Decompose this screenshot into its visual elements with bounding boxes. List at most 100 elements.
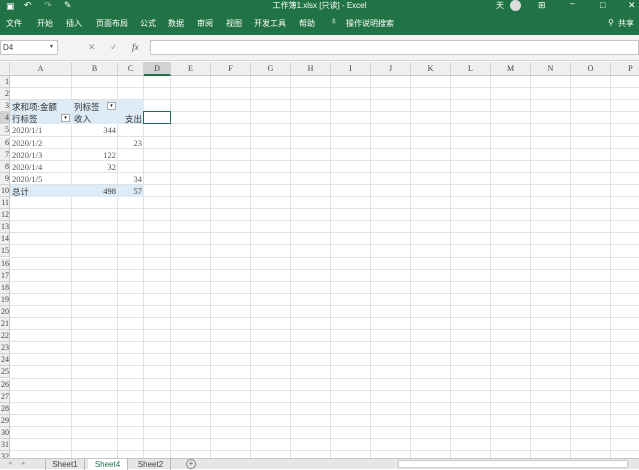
ribbon-tab[interactable]: 公式: [140, 18, 156, 29]
select-all-corner[interactable]: [0, 62, 10, 76]
row-header[interactable]: 4: [0, 112, 10, 125]
column-header[interactable]: H: [291, 62, 331, 76]
row-header[interactable]: 10: [0, 184, 10, 197]
row-header[interactable]: 6: [0, 136, 10, 149]
ribbon-tab[interactable]: 审阅: [197, 18, 213, 29]
column-header[interactable]: J: [371, 62, 411, 76]
column-header[interactable]: O: [571, 62, 611, 76]
column-header[interactable]: G: [251, 62, 291, 76]
minimize-icon[interactable]: –: [570, 0, 575, 8]
ribbon-options-icon[interactable]: ⊞: [538, 0, 546, 11]
row-header[interactable]: 3: [0, 100, 10, 113]
share-button[interactable]: 共享: [618, 18, 634, 29]
column-header[interactable]: M: [491, 62, 531, 76]
column-header[interactable]: E: [171, 62, 211, 76]
title-bar: ▣ ↶ ↷ ✎ 工作簿1.xlsx [只读] - Excel 天 ⊞ – □ ✕: [0, 0, 639, 13]
pivot-total-label: 总计: [12, 186, 30, 197]
row-header[interactable]: 28: [0, 402, 10, 415]
filter-dropdown-icon[interactable]: ▾: [61, 114, 70, 123]
row-header[interactable]: 31: [0, 439, 10, 452]
column-header[interactable]: B: [72, 62, 118, 76]
ribbon-tab[interactable]: 插入: [66, 18, 82, 29]
row-header[interactable]: 15: [0, 245, 10, 258]
row-header[interactable]: 7: [0, 148, 10, 161]
row-header[interactable]: 24: [0, 354, 10, 367]
gridline: [10, 220, 639, 222]
column-header[interactable]: F: [211, 62, 251, 76]
row-header[interactable]: 9: [0, 172, 10, 185]
scroll-right-icon[interactable]: ▸: [22, 459, 26, 467]
ribbon-tab[interactable]: 帮助: [299, 18, 315, 29]
filter-dropdown-icon[interactable]: ▾: [107, 102, 116, 111]
row-header[interactable]: 16: [0, 257, 10, 270]
name-box[interactable]: D4 ▾: [0, 40, 58, 55]
row-header[interactable]: 8: [0, 160, 10, 173]
gridline: [10, 425, 639, 427]
pivot-total-income: 498: [103, 185, 116, 196]
row-header[interactable]: 5: [0, 124, 10, 137]
selected-cell-d4[interactable]: [143, 111, 171, 125]
row-header[interactable]: 22: [0, 330, 10, 343]
ribbon-tab[interactable]: 开发工具: [254, 18, 286, 29]
row-header[interactable]: 27: [0, 390, 10, 403]
row-header[interactable]: 11: [0, 197, 10, 210]
add-sheet-icon[interactable]: +: [186, 459, 196, 469]
scroll-left-icon[interactable]: ◂: [8, 459, 12, 467]
pivot-row-date: 2020/1/3: [12, 149, 43, 160]
worksheet-grid[interactable]: A B C D E F G H I J K L M N O P 1 2 3 4 5 6 7 8 9 10 11 12 13 14 15 16 1…: [0, 62, 639, 458]
share-icon[interactable]: ⚲: [608, 18, 614, 27]
column-header[interactable]: N: [531, 62, 571, 76]
row-header[interactable]: 12: [0, 209, 10, 222]
formula-input[interactable]: [150, 40, 639, 55]
row-header[interactable]: 2: [0, 88, 10, 101]
row-header[interactable]: 29: [0, 414, 10, 427]
row-header[interactable]: 23: [0, 342, 10, 355]
enter-icon[interactable]: ✓: [110, 42, 118, 53]
row-header[interactable]: 1: [0, 76, 10, 89]
horizontal-scrollbar[interactable]: [398, 460, 628, 468]
cancel-icon[interactable]: ✕: [88, 42, 96, 53]
ribbon-tab[interactable]: 开始: [37, 18, 53, 29]
pivot-value-label: 求和项:金额: [12, 102, 57, 113]
ribbon-tab[interactable]: 文件: [6, 18, 22, 29]
row-header[interactable]: 19: [0, 293, 10, 306]
row-header[interactable]: 32: [0, 451, 10, 458]
column-header[interactable]: A: [10, 62, 72, 76]
row-header[interactable]: 30: [0, 426, 10, 439]
pivot-row-date: 2020/1/4: [12, 161, 43, 172]
search-label[interactable]: 操作说明搜索: [346, 18, 394, 29]
gridline: [10, 208, 639, 210]
maximize-icon[interactable]: □: [600, 0, 605, 10]
ribbon-tab[interactable]: 数据: [168, 18, 184, 29]
chevron-down-icon[interactable]: ▾: [50, 41, 53, 54]
row-header[interactable]: 17: [0, 269, 10, 282]
pivot-total-expense: 57: [133, 185, 143, 196]
insert-function-button[interactable]: fx: [132, 42, 139, 52]
row-header[interactable]: 20: [0, 305, 10, 318]
row-header[interactable]: 18: [0, 281, 10, 294]
avatar[interactable]: [510, 0, 521, 11]
gridline: [10, 438, 639, 439]
column-header[interactable]: P: [611, 62, 639, 76]
column-header[interactable]: K: [411, 62, 451, 76]
gridline: [10, 353, 639, 355]
ribbon-tab[interactable]: 页面布局: [96, 18, 128, 29]
row-header[interactable]: 26: [0, 378, 10, 391]
gridline: [10, 232, 639, 234]
ribbon-tab[interactable]: 视图: [226, 18, 242, 29]
gridline: [10, 450, 639, 452]
column-header[interactable]: D: [144, 62, 171, 76]
row-header[interactable]: 25: [0, 366, 10, 379]
column-header[interactable]: I: [331, 62, 371, 76]
row-header[interactable]: 14: [0, 233, 10, 246]
sheet-tab[interactable]: Sheet1: [45, 459, 85, 470]
column-header[interactable]: L: [451, 62, 491, 76]
gridline: [10, 87, 639, 89]
close-icon[interactable]: ✕: [628, 0, 636, 11]
sheet-tab[interactable]: Sheet2: [131, 459, 171, 470]
column-header[interactable]: C: [118, 62, 144, 76]
row-header[interactable]: 13: [0, 221, 10, 234]
row-header[interactable]: 21: [0, 318, 10, 331]
gridline: [290, 76, 291, 458]
sheet-tab[interactable]: Sheet4: [88, 459, 128, 470]
